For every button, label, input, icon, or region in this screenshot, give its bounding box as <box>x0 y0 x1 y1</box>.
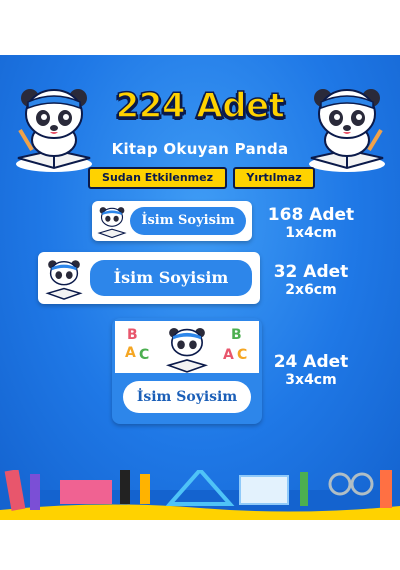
quantity-count: 32 Adet <box>273 262 349 282</box>
panda-mascot-icon <box>165 327 209 373</box>
label-sample-small: İsim Soyisim <box>92 201 252 241</box>
letter-decoration: A <box>125 345 136 361</box>
waterproof-badge: Sudan Etkilenmez <box>88 167 227 189</box>
panda-mascot-icon <box>45 260 83 300</box>
letter-decoration: B <box>127 327 138 343</box>
headline-count: 224 Adet <box>115 85 286 127</box>
quantity-info: 32 Adet 2x6cm <box>263 262 359 299</box>
letter-decoration: C <box>139 347 150 363</box>
name-field: İsim Soyisim <box>90 260 252 296</box>
school-supplies-illustration <box>0 470 400 520</box>
letter-decoration: A <box>223 347 234 363</box>
label-size: 1x4cm <box>285 225 337 241</box>
quantity-info: 168 Adet 1x4cm <box>263 205 359 242</box>
product-subtitle: Kitap Okuyan Panda <box>111 140 289 158</box>
label-sample-large: B A C B A C İsim Soyisim <box>112 318 262 424</box>
panda-mascot-icon <box>10 78 98 174</box>
panda-mascot-icon <box>97 207 127 239</box>
label-sample-medium: İsim Soyisim <box>38 252 260 304</box>
product-banner: 224 Adet Kitap Okuyan Panda Sudan Etkile… <box>0 0 400 570</box>
quantity-info: 24 Adet 3x4cm <box>263 352 359 389</box>
letter-decoration: C <box>237 347 248 363</box>
tearproof-badge: Yırtılmaz <box>233 167 315 189</box>
panda-mascot-icon <box>303 78 391 174</box>
label-illustration-area: B A C B A C <box>115 321 259 373</box>
quantity-count: 24 Adet <box>273 352 349 372</box>
letter-decoration: B <box>231 327 242 343</box>
label-size: 3x4cm <box>285 372 337 388</box>
name-field: İsim Soyisim <box>123 381 251 413</box>
name-field: İsim Soyisim <box>130 207 246 235</box>
quantity-count: 168 Adet <box>267 205 355 225</box>
label-size: 2x6cm <box>285 282 337 298</box>
